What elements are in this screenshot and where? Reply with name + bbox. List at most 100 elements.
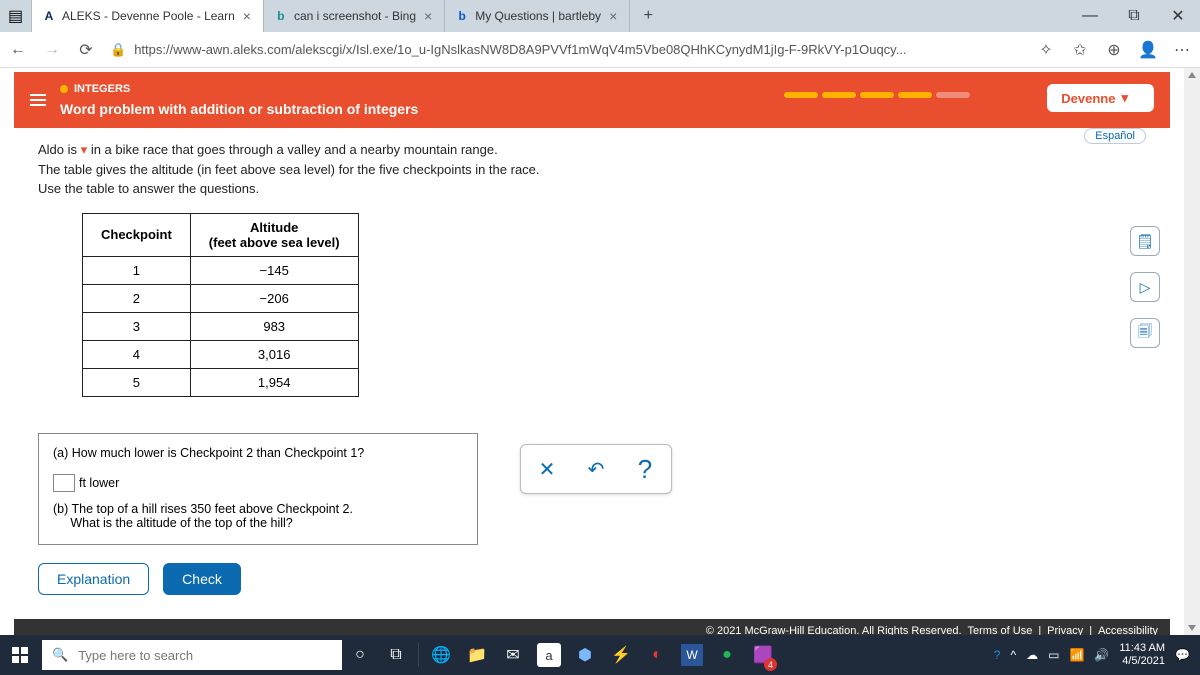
start-button[interactable]: [0, 635, 40, 675]
table-row: 3983: [83, 312, 359, 340]
answer-toolbox: ✕ ↶ ?: [520, 444, 672, 494]
app-icon-2[interactable]: ◐: [639, 635, 675, 675]
tab-bing[interactable]: b can i screenshot - Bing ×: [264, 0, 445, 32]
tab-title: My Questions | bartleby: [475, 9, 601, 23]
date: 4/5/2021: [1119, 655, 1165, 668]
favicon-aleks: A: [42, 9, 56, 23]
name-dropdown[interactable]: ▾: [81, 140, 88, 160]
word-icon[interactable]: W: [681, 644, 703, 666]
cortana-icon[interactable]: ○: [342, 635, 378, 675]
question-box: (a) How much lower is Checkpoint 2 than …: [38, 433, 478, 545]
dropbox-icon[interactable]: ⬢: [567, 635, 603, 675]
check-button[interactable]: Check: [163, 563, 241, 595]
task-view-icon[interactable]: ⧉: [378, 635, 414, 675]
tab-bartleby[interactable]: b My Questions | bartleby ×: [445, 0, 630, 32]
onedrive-icon[interactable]: ☁: [1026, 648, 1038, 662]
search-icon: 🔍: [52, 647, 68, 663]
app-badge-icon[interactable]: 🟪: [745, 635, 781, 675]
problem-text-2: The table gives the altitude (in feet ab…: [38, 160, 1146, 180]
wifi-icon[interactable]: 📶: [1069, 648, 1084, 662]
minimize-button[interactable]: —: [1068, 0, 1112, 32]
language-toggle[interactable]: Español: [1084, 128, 1146, 144]
altitude-table: Checkpoint Altitude (feet above sea leve…: [82, 213, 359, 397]
user-menu[interactable]: Devenne ▾: [1047, 84, 1154, 112]
problem-panel: Español Aldo is ▾ in a bike race that go…: [14, 128, 1170, 605]
search-placeholder: Type here to search: [78, 648, 193, 663]
video-icon[interactable]: ▷: [1130, 272, 1160, 302]
crumb-text: INTEGERS: [74, 83, 130, 95]
chevron-up-icon[interactable]: ^: [1010, 648, 1016, 662]
question-b-1: The top of a hill rises 350 feet above C…: [72, 502, 353, 516]
forward-button[interactable]: →: [42, 40, 62, 60]
favicon-bing: b: [274, 9, 288, 23]
aleks-header: INTEGERS Word problem with addition or s…: [14, 72, 1170, 128]
problem-text-3: Use the table to answer the questions.: [38, 179, 1146, 199]
side-toolbar: 🗒 ▷ 🗐: [1130, 226, 1160, 348]
table-row: 51,954: [83, 368, 359, 396]
clear-icon[interactable]: ✕: [524, 448, 570, 490]
edge-icon[interactable]: 🌐: [423, 635, 459, 675]
unit-label: ft lower: [79, 476, 119, 490]
status-dot-icon: [60, 85, 68, 93]
close-icon[interactable]: ×: [422, 8, 434, 24]
volume-icon[interactable]: 🔊: [1094, 648, 1109, 662]
system-tray: ? ^ ☁ ▭ 📶 🔊 11:43 AM 4/5/2021 💬: [984, 642, 1200, 667]
collections-icon[interactable]: ⊕: [1104, 40, 1124, 60]
profile-icon[interactable]: 👤: [1138, 40, 1158, 60]
tab-title: ALEKS - Devenne Poole - Learn: [62, 9, 235, 23]
explanation-button[interactable]: Explanation: [38, 563, 149, 595]
browser-titlebar: ▤ A ALEKS - Devenne Poole - Learn × b ca…: [0, 0, 1200, 32]
refresh-button[interactable]: ⟳: [76, 40, 96, 60]
read-aloud-icon[interactable]: ✧: [1036, 40, 1056, 60]
address-bar: ← → ⟳ 🔒 https://www-awn.aleks.com/aleksc…: [0, 32, 1200, 68]
new-tab-button[interactable]: +: [630, 0, 666, 32]
col-checkpoint: Checkpoint: [83, 213, 191, 256]
spotify-icon[interactable]: ●: [709, 635, 745, 675]
time: 11:43 AM: [1119, 642, 1165, 655]
hamburger-menu[interactable]: [30, 91, 46, 109]
clock[interactable]: 11:43 AM 4/5/2021: [1119, 642, 1165, 667]
close-window-button[interactable]: ✕: [1156, 0, 1200, 32]
table-row: 2−206: [83, 284, 359, 312]
menu-icon[interactable]: ⋯: [1172, 40, 1192, 60]
table-row: 1−145: [83, 256, 359, 284]
notifications-icon[interactable]: 💬: [1175, 648, 1190, 662]
chevron-down-icon: ▾: [1121, 90, 1128, 106]
close-icon[interactable]: ×: [241, 8, 253, 24]
explorer-icon[interactable]: 📁: [459, 635, 495, 675]
question-a: (a) How much lower is Checkpoint 2 than …: [53, 446, 463, 460]
col-altitude: Altitude (feet above sea level): [190, 213, 358, 256]
scroll-up-icon[interactable]: [1187, 70, 1197, 80]
tab-manager-icon[interactable]: ▤: [0, 0, 32, 32]
question-b-label: (b): [53, 502, 68, 516]
student-name: Aldo is: [38, 142, 77, 157]
back-button[interactable]: ←: [8, 40, 28, 60]
tab-title: can i screenshot - Bing: [294, 9, 416, 23]
close-icon[interactable]: ×: [607, 8, 619, 24]
tab-aleks[interactable]: A ALEKS - Devenne Poole - Learn ×: [32, 0, 264, 32]
maximize-button[interactable]: ⧉: [1112, 0, 1156, 32]
scroll-down-icon[interactable]: [1187, 623, 1197, 633]
url-box[interactable]: 🔒 https://www-awn.aleks.com/alekscgi/x/I…: [110, 42, 1022, 58]
favicon-bartleby: b: [455, 9, 469, 23]
scrollbar[interactable]: [1184, 68, 1200, 635]
app-icon[interactable]: a: [537, 643, 561, 667]
answer-input-a[interactable]: [53, 474, 75, 492]
calculator-icon[interactable]: 🗒: [1130, 226, 1160, 256]
favorites-icon[interactable]: ✩: [1070, 40, 1090, 60]
help-tray-icon[interactable]: ?: [994, 648, 1001, 662]
taskbar-search[interactable]: 🔍 Type here to search: [42, 640, 342, 670]
page-title: Word problem with addition or subtractio…: [60, 101, 418, 117]
undo-icon[interactable]: ↶: [573, 448, 619, 490]
winamp-icon[interactable]: ⚡: [603, 635, 639, 675]
user-name: Devenne: [1061, 91, 1115, 106]
mail-icon[interactable]: ✉: [495, 635, 531, 675]
table-row: 43,016: [83, 340, 359, 368]
windows-taskbar: 🔍 Type here to search ○ ⧉ 🌐 📁 ✉ a ⬢ ⚡ ◐ …: [0, 635, 1200, 675]
url-text: https://www-awn.aleks.com/alekscgi/x/Isl…: [134, 42, 906, 57]
battery-icon[interactable]: ▭: [1048, 648, 1059, 662]
dictionary-icon[interactable]: 🗐: [1130, 318, 1160, 348]
question-b-2: What is the altitude of the top of the h…: [70, 516, 292, 530]
problem-text-1: in a bike race that goes through a valle…: [91, 142, 498, 157]
help-icon[interactable]: ?: [622, 448, 668, 490]
